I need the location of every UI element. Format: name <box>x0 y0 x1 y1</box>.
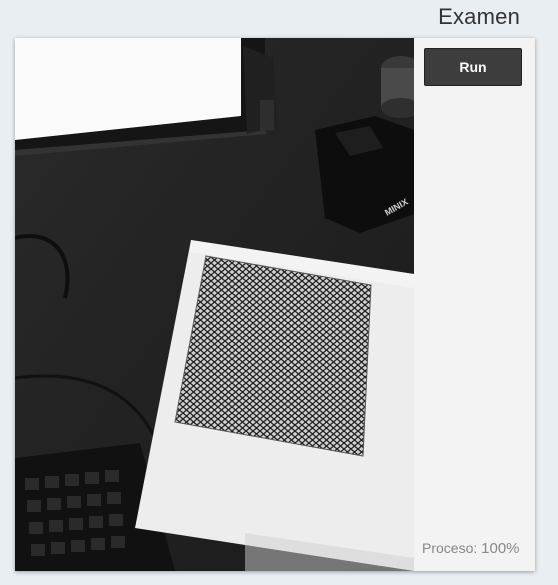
camera-preview: MINIX <box>15 38 414 571</box>
progress-status: Proceso: 100% <box>422 540 520 557</box>
controls-sidebar: Run Proceso: 100% <box>414 38 535 571</box>
progress-value: 100% <box>481 540 520 557</box>
page-title: Examen <box>438 4 520 29</box>
exam-panel: MINIX Run Proceso: 100% <box>15 38 535 571</box>
run-button[interactable]: Run <box>424 48 522 86</box>
progress-label: Proceso: <box>422 540 478 556</box>
